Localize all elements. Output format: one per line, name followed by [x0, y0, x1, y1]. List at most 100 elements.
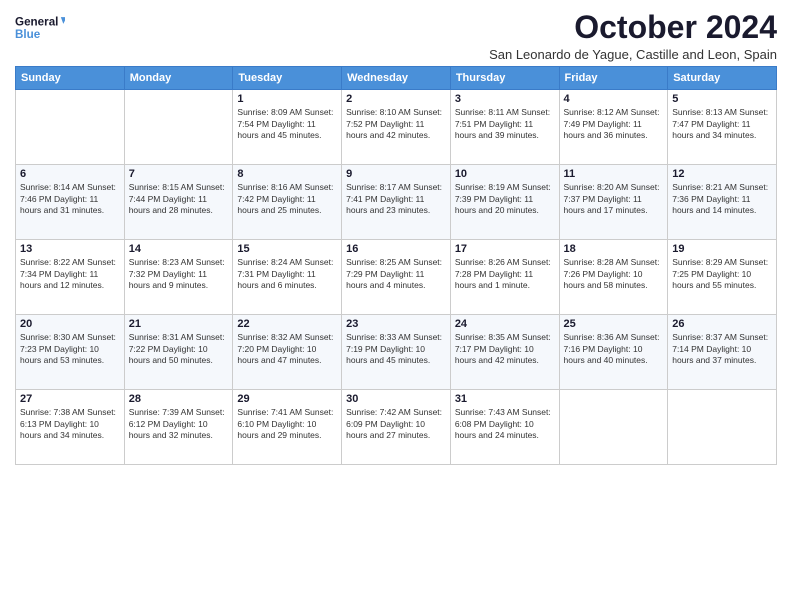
day-number: 3 — [455, 93, 555, 105]
day-number: 9 — [346, 168, 446, 180]
day-number: 30 — [346, 393, 446, 405]
month-title: October 2024 — [489, 10, 777, 45]
day-cell: 17 Sunrise: 8:26 AM Sunset: 7:28 PM Dayli… — [450, 240, 559, 315]
week-row-4: 20 Sunrise: 8:30 AM Sunset: 7:23 PM Dayli… — [16, 315, 777, 390]
day-cell: 28 Sunrise: 7:39 AM Sunset: 6:12 PM Dayli… — [124, 390, 233, 465]
day-cell: 24 Sunrise: 8:35 AM Sunset: 7:17 PM Dayli… — [450, 315, 559, 390]
day-info: Sunrise: 8:30 AM Sunset: 7:23 PM Dayligh… — [20, 332, 120, 366]
day-info: Sunrise: 7:38 AM Sunset: 6:13 PM Dayligh… — [20, 407, 120, 441]
day-number: 25 — [564, 318, 664, 330]
day-info: Sunrise: 8:26 AM Sunset: 7:28 PM Dayligh… — [455, 257, 555, 291]
day-cell: 7 Sunrise: 8:15 AM Sunset: 7:44 PM Daylig… — [124, 165, 233, 240]
day-number: 10 — [455, 168, 555, 180]
day-number: 15 — [237, 243, 337, 255]
day-info: Sunrise: 7:41 AM Sunset: 6:10 PM Dayligh… — [237, 407, 337, 441]
day-info: Sunrise: 8:36 AM Sunset: 7:16 PM Dayligh… — [564, 332, 664, 366]
day-info: Sunrise: 8:23 AM Sunset: 7:32 PM Dayligh… — [129, 257, 229, 291]
day-info: Sunrise: 8:22 AM Sunset: 7:34 PM Dayligh… — [20, 257, 120, 291]
day-info: Sunrise: 8:32 AM Sunset: 7:20 PM Dayligh… — [237, 332, 337, 366]
day-info: Sunrise: 7:39 AM Sunset: 6:12 PM Dayligh… — [129, 407, 229, 441]
day-cell: 2 Sunrise: 8:10 AM Sunset: 7:52 PM Daylig… — [342, 90, 451, 165]
calendar-table: SundayMondayTuesdayWednesdayThursdayFrid… — [15, 66, 777, 465]
week-row-5: 27 Sunrise: 7:38 AM Sunset: 6:13 PM Dayli… — [16, 390, 777, 465]
day-number: 27 — [20, 393, 120, 405]
day-cell: 16 Sunrise: 8:25 AM Sunset: 7:29 PM Dayli… — [342, 240, 451, 315]
day-info: Sunrise: 8:37 AM Sunset: 7:14 PM Dayligh… — [672, 332, 772, 366]
day-number: 1 — [237, 93, 337, 105]
day-number: 4 — [564, 93, 664, 105]
day-cell — [124, 90, 233, 165]
day-cell: 1 Sunrise: 8:09 AM Sunset: 7:54 PM Daylig… — [233, 90, 342, 165]
day-number: 18 — [564, 243, 664, 255]
day-number: 7 — [129, 168, 229, 180]
week-row-1: 1 Sunrise: 8:09 AM Sunset: 7:54 PM Daylig… — [16, 90, 777, 165]
weekday-header-row: SundayMondayTuesdayWednesdayThursdayFrid… — [16, 67, 777, 90]
day-info: Sunrise: 8:11 AM Sunset: 7:51 PM Dayligh… — [455, 107, 555, 141]
day-cell: 22Sunrise: 8:32 AM Sunset: 7:20 PM Dayli… — [233, 315, 342, 390]
logo-svg: General Blue — [15, 10, 65, 46]
day-cell: 30 Sunrise: 7:42 AM Sunset: 6:09 PM Dayli… — [342, 390, 451, 465]
day-number: 5 — [672, 93, 772, 105]
day-info: Sunrise: 8:16 AM Sunset: 7:42 PM Dayligh… — [237, 182, 337, 216]
day-info: Sunrise: 8:28 AM Sunset: 7:26 PM Dayligh… — [564, 257, 664, 291]
day-number: 29 — [237, 393, 337, 405]
day-cell — [559, 390, 668, 465]
day-cell: 14 Sunrise: 8:23 AM Sunset: 7:32 PM Dayli… — [124, 240, 233, 315]
day-number: 13 — [20, 243, 120, 255]
day-number: 11 — [564, 168, 664, 180]
day-info: Sunrise: 8:24 AM Sunset: 7:31 PM Dayligh… — [237, 257, 337, 291]
weekday-header-thursday: Thursday — [450, 67, 559, 90]
title-block: October 2024 San Leonardo de Yague, Cast… — [489, 10, 777, 62]
day-info: Sunrise: 8:13 AM Sunset: 7:47 PM Dayligh… — [672, 107, 772, 141]
day-cell — [668, 390, 777, 465]
day-cell: 9Sunrise: 8:17 AM Sunset: 7:41 PM Daylig… — [342, 165, 451, 240]
day-number: 24 — [455, 318, 555, 330]
day-cell: 19 Sunrise: 8:29 AM Sunset: 7:25 PM Dayli… — [668, 240, 777, 315]
day-cell: 4 Sunrise: 8:12 AM Sunset: 7:49 PM Daylig… — [559, 90, 668, 165]
weekday-header-friday: Friday — [559, 67, 668, 90]
day-info: Sunrise: 7:42 AM Sunset: 6:09 PM Dayligh… — [346, 407, 446, 441]
day-cell: 21Sunrise: 8:31 AM Sunset: 7:22 PM Dayli… — [124, 315, 233, 390]
day-info: Sunrise: 8:29 AM Sunset: 7:25 PM Dayligh… — [672, 257, 772, 291]
page: General Blue October 2024 San Leonardo d… — [0, 0, 792, 475]
logo: General Blue — [15, 10, 65, 46]
header: General Blue October 2024 San Leonardo d… — [15, 10, 777, 62]
location-title: San Leonardo de Yague, Castille and Leon… — [489, 47, 777, 62]
day-number: 2 — [346, 93, 446, 105]
day-cell: 15 Sunrise: 8:24 AM Sunset: 7:31 PM Dayli… — [233, 240, 342, 315]
day-cell: 8 Sunrise: 8:16 AM Sunset: 7:42 PM Daylig… — [233, 165, 342, 240]
day-info: Sunrise: 8:25 AM Sunset: 7:29 PM Dayligh… — [346, 257, 446, 291]
day-info: Sunrise: 8:10 AM Sunset: 7:52 PM Dayligh… — [346, 107, 446, 141]
day-cell: 29 Sunrise: 7:41 AM Sunset: 6:10 PM Dayli… — [233, 390, 342, 465]
day-cell: 23 Sunrise: 8:33 AM Sunset: 7:19 PM Dayli… — [342, 315, 451, 390]
day-cell: 11Sunrise: 8:20 AM Sunset: 7:37 PM Dayli… — [559, 165, 668, 240]
day-info: Sunrise: 8:09 AM Sunset: 7:54 PM Dayligh… — [237, 107, 337, 141]
day-cell: 13 Sunrise: 8:22 AM Sunset: 7:34 PM Dayli… — [16, 240, 125, 315]
day-number: 19 — [672, 243, 772, 255]
day-cell — [16, 90, 125, 165]
day-info: Sunrise: 8:14 AM Sunset: 7:46 PM Dayligh… — [20, 182, 120, 216]
day-number: 17 — [455, 243, 555, 255]
day-number: 14 — [129, 243, 229, 255]
week-row-3: 13 Sunrise: 8:22 AM Sunset: 7:34 PM Dayli… — [16, 240, 777, 315]
day-info: Sunrise: 8:21 AM Sunset: 7:36 PM Dayligh… — [672, 182, 772, 216]
day-info: Sunrise: 8:33 AM Sunset: 7:19 PM Dayligh… — [346, 332, 446, 366]
day-number: 26 — [672, 318, 772, 330]
day-number: 28 — [129, 393, 229, 405]
weekday-header-tuesday: Tuesday — [233, 67, 342, 90]
day-cell: 20 Sunrise: 8:30 AM Sunset: 7:23 PM Dayli… — [16, 315, 125, 390]
day-cell: 10 Sunrise: 8:19 AM Sunset: 7:39 PM Dayli… — [450, 165, 559, 240]
day-info: Sunrise: 8:35 AM Sunset: 7:17 PM Dayligh… — [455, 332, 555, 366]
day-cell: 18 Sunrise: 8:28 AM Sunset: 7:26 PM Dayli… — [559, 240, 668, 315]
svg-text:General: General — [15, 16, 58, 29]
day-info: Sunrise: 8:19 AM Sunset: 7:39 PM Dayligh… — [455, 182, 555, 216]
day-info: Sunrise: 8:15 AM Sunset: 7:44 PM Dayligh… — [129, 182, 229, 216]
day-number: 23 — [346, 318, 446, 330]
day-cell: 31Sunrise: 7:43 AM Sunset: 6:08 PM Dayli… — [450, 390, 559, 465]
day-number: 16 — [346, 243, 446, 255]
day-number: 20 — [20, 318, 120, 330]
day-info: Sunrise: 8:12 AM Sunset: 7:49 PM Dayligh… — [564, 107, 664, 141]
day-number: 31 — [455, 393, 555, 405]
calendar-body: 1 Sunrise: 8:09 AM Sunset: 7:54 PM Daylig… — [16, 90, 777, 465]
day-number: 8 — [237, 168, 337, 180]
